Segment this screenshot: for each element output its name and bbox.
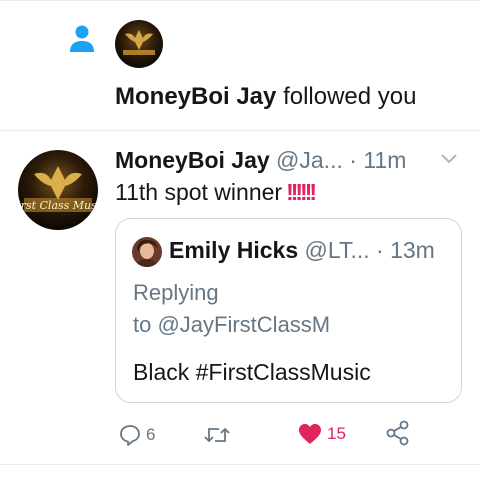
person-icon [68, 24, 96, 54]
tweet-author-handle[interactable]: @Ja... [276, 147, 343, 173]
separator-dot: · [349, 147, 357, 173]
quoted-author-avatar [132, 237, 162, 267]
tweet-text: 11th spot winner!!!!!! [115, 177, 317, 207]
reply-count: 6 [146, 425, 156, 444]
replying-label: Replying [133, 280, 219, 305]
like-button[interactable]: 15 [297, 422, 346, 446]
tweet-timestamp[interactable]: 11m [363, 147, 406, 173]
notification-text: MoneyBoi Jay followed you [115, 82, 416, 112]
separator-dot: · [376, 237, 384, 263]
bottom-divider [0, 464, 480, 465]
quoted-author-name: Emily Hicks [169, 237, 299, 263]
reply-button[interactable]: 6 [118, 423, 155, 447]
replying-to-handle: to @JayFirstClassM [133, 312, 331, 337]
heart-icon [297, 422, 323, 446]
follower-name[interactable]: MoneyBoi Jay [115, 83, 276, 110]
top-divider [0, 0, 480, 1]
notification-divider [0, 130, 480, 131]
share-button[interactable] [385, 420, 411, 446]
share-icon [385, 420, 411, 446]
retweet-icon [203, 423, 231, 447]
quoted-tweet-card[interactable]: Emily Hicks @LT... · 13m Replying to @Ja… [115, 218, 462, 403]
quoted-tweet-text: Black #FirstClassMusic [133, 359, 371, 385]
quoted-header: Emily Hicks @LT... · 13m [169, 235, 435, 265]
quoted-timestamp: 13m [390, 237, 435, 263]
quoted-author-handle: @LT... [304, 237, 370, 263]
double-exclamation-emoji: !!!!!! [286, 179, 317, 205]
avatar-caption: First Class Music [18, 199, 98, 212]
follower-avatar[interactable] [115, 20, 163, 68]
retweet-button[interactable] [203, 423, 235, 447]
tweet-author-avatar[interactable]: First Class Music [18, 150, 98, 230]
chevron-down-icon[interactable] [440, 152, 458, 164]
tweet-body: 11th spot winner [115, 179, 283, 205]
notification-action: followed you [283, 83, 417, 110]
tweet-header: MoneyBoi Jay @Ja... · 11m [115, 146, 465, 174]
reply-icon [118, 423, 142, 447]
replying-to-context: Replying to @JayFirstClassM [133, 277, 330, 341]
like-count: 15 [327, 424, 346, 443]
tweet-author-name[interactable]: MoneyBoi Jay [115, 147, 270, 173]
